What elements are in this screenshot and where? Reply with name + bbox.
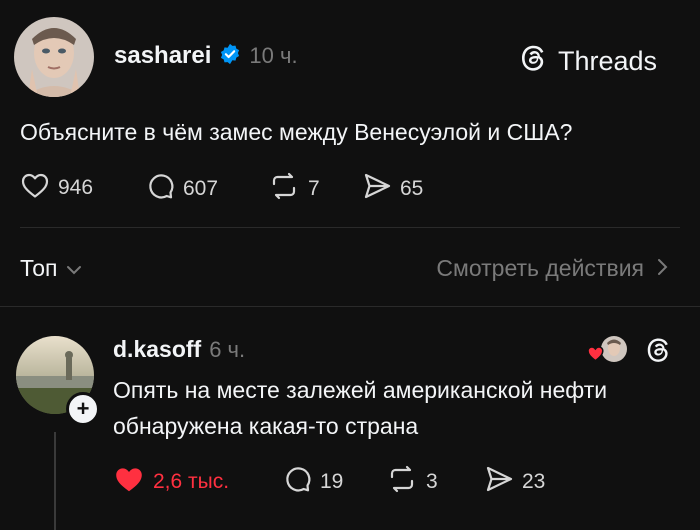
sort-dropdown[interactable]: Топ [20, 255, 82, 282]
send-icon [484, 464, 514, 500]
repost-icon [268, 171, 300, 207]
heart-icon [20, 171, 50, 205]
verified-badge-icon [219, 43, 241, 70]
repost-count: 7 [308, 177, 320, 200]
reply-comment-button[interactable]: 19 [282, 464, 343, 500]
reply-share-count: 23 [522, 470, 546, 493]
repost-button[interactable]: 7 [268, 171, 320, 207]
share-count: 65 [400, 177, 424, 200]
chevron-down-icon [66, 255, 82, 282]
plus-icon: + [76, 396, 90, 421]
reply-repost-count: 3 [426, 470, 438, 493]
threads-logo-icon [518, 42, 550, 81]
heart-filled-icon [113, 464, 145, 500]
author-avatar[interactable] [14, 17, 94, 97]
thread-connector-line [54, 432, 56, 530]
author-username[interactable]: sasharei [114, 42, 211, 70]
reply-text-line-2: обнаружена какая-то страна [113, 413, 419, 439]
chevron-right-icon [656, 255, 668, 282]
author-liked-indicator [587, 334, 629, 364]
reply-username[interactable]: d.kasoff [113, 336, 201, 363]
divider [20, 227, 680, 228]
threads-brand-label: Threads [558, 46, 658, 76]
send-icon [362, 171, 392, 207]
threads-small-icon[interactable] [644, 335, 674, 370]
reply-like-button[interactable]: 2,6 тыс. [113, 464, 229, 500]
repost-icon [386, 464, 418, 500]
comment-bubble-icon [282, 464, 312, 500]
reply-share-button[interactable]: 23 [484, 464, 545, 500]
reply-like-count: 2,6 тыс. [153, 470, 230, 493]
divider [0, 306, 700, 307]
like-count: 946 [58, 176, 94, 199]
reply-comment-count: 19 [320, 470, 344, 493]
post-text: Объясните в чём замес между Венесуэлой и… [20, 119, 573, 145]
reply-repost-button[interactable]: 3 [386, 464, 438, 500]
comment-button[interactable]: 607 [145, 171, 218, 207]
reply-text-line-1: Опять на месте залежей американской нефт… [113, 377, 608, 403]
post-timestamp: 10 ч. [249, 43, 298, 68]
comment-bubble-icon [145, 171, 175, 207]
view-activity-link[interactable]: Смотреть действия [436, 255, 668, 282]
like-button[interactable]: 946 [20, 171, 93, 205]
threads-brand[interactable]: Threads [518, 42, 657, 81]
reply-timestamp: 6 ч. [209, 336, 246, 362]
view-activity-label: Смотреть действия [436, 255, 644, 281]
share-button[interactable]: 65 [362, 171, 423, 207]
sort-label: Топ [20, 255, 58, 281]
follow-plus-button[interactable]: + [66, 392, 100, 426]
comment-count: 607 [183, 177, 219, 200]
